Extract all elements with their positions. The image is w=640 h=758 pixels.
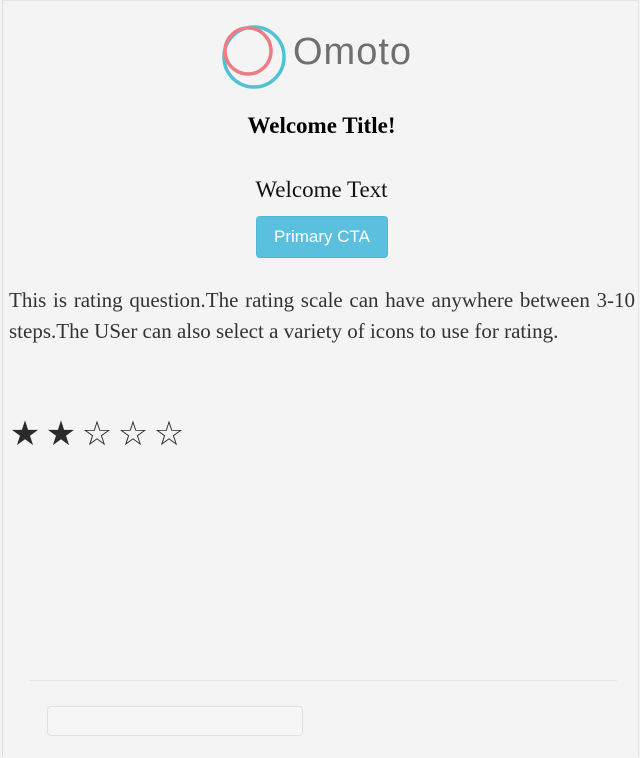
footer-divider [29,680,617,681]
star-empty-icon[interactable]: ☆ [79,413,115,455]
footer-input[interactable] [47,706,303,736]
star-rating: ★ ★ ☆ ☆ ☆ [7,413,187,455]
star-empty-icon[interactable]: ☆ [115,413,151,455]
star-filled-icon[interactable]: ★ [43,413,79,455]
omoto-rings-icon [222,25,286,89]
primary-cta-button[interactable]: Primary CTA [256,216,388,258]
star-empty-icon[interactable]: ☆ [151,413,187,455]
survey-page: Omoto Welcome Title! Welcome Text Primar… [2,0,639,756]
welcome-text: Welcome Text [255,177,388,202]
omoto-logo: Omoto [221,23,431,89]
welcome-title: Welcome Title! [247,113,396,138]
logo-wordmark: Omoto [293,31,413,73]
star-filled-icon[interactable]: ★ [7,413,43,455]
rating-question-text: This is rating question.The rating scale… [9,288,635,343]
